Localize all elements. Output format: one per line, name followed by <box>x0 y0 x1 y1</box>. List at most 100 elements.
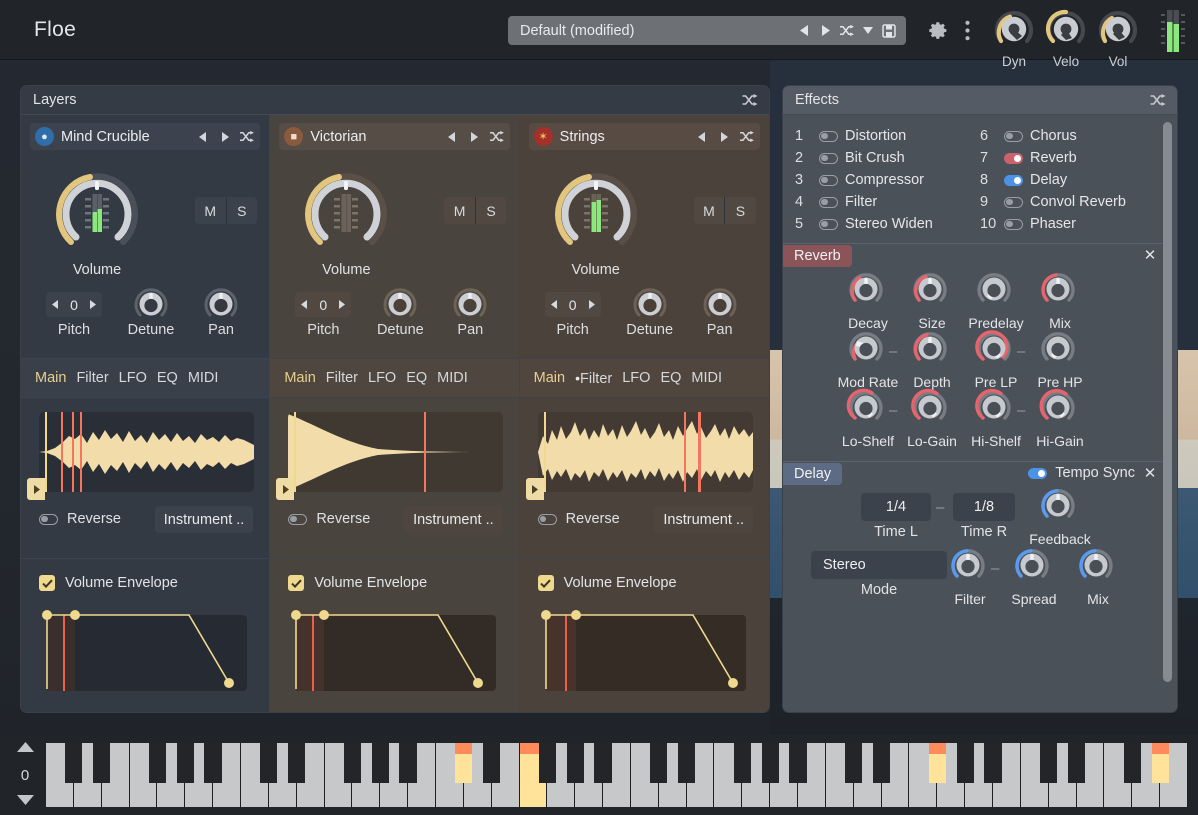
layer-3-loop-handle[interactable] <box>525 478 544 500</box>
delay-mode-value[interactable]: Stereo <box>811 551 947 579</box>
piano-black-key[interactable] <box>566 743 584 783</box>
effect-item-phaser[interactable]: 10 Phaser <box>980 213 1165 235</box>
layer-1-reverse-row[interactable]: Reverse <box>39 511 121 527</box>
layer-1-pitch-stepper[interactable]: 0 <box>46 292 102 317</box>
effect-item-compressor[interactable]: 3 Compressor <box>795 169 980 191</box>
preset-dropdown-icon[interactable] <box>859 20 876 42</box>
preset-next-button[interactable] <box>817 20 834 42</box>
layer-1-loop-handle[interactable] <box>27 478 45 500</box>
layer-3-tab-midi[interactable]: MIDI <box>691 370 732 386</box>
delay-time-l-value[interactable]: 1/4 <box>861 493 931 521</box>
piano-black-key[interactable] <box>371 743 389 783</box>
layer-3-mute-button[interactable]: M <box>693 197 725 224</box>
layer-2-tab-eq[interactable]: EQ <box>406 370 437 386</box>
piano-black-key[interactable] <box>538 743 556 783</box>
reverb-knob-depth[interactable]: Depth <box>895 328 969 390</box>
layer-2-reverse-row[interactable]: Reverse <box>288 511 370 527</box>
layer-2-tab-lfo[interactable]: LFO <box>368 370 406 386</box>
layer-3-instrument-button[interactable]: Instrument .. <box>654 506 753 533</box>
piano-black-key[interactable] <box>148 743 167 783</box>
effects-scrollbar-thumb[interactable] <box>1163 122 1172 682</box>
effect-item-reverb[interactable]: 7 Reverb <box>980 147 1165 169</box>
layer-3-reverse-toggle[interactable] <box>537 513 557 525</box>
layer-3-pitch-inc-icon[interactable] <box>588 300 595 309</box>
effect-toggle-bit-crush[interactable] <box>819 152 838 164</box>
effects-randomize-shuffle-icon[interactable] <box>1147 90 1167 110</box>
piano-black-key[interactable] <box>204 743 222 783</box>
layer-3-pitch-stepper[interactable]: 0 <box>544 292 601 317</box>
layer-2-waveform[interactable] <box>288 412 504 492</box>
layer-2-tab-main[interactable]: Main <box>284 370 325 386</box>
layer-3-tab-eq[interactable]: EQ <box>660 370 691 386</box>
piano-black-key[interactable] <box>650 743 668 783</box>
layer-2-pitch-inc-icon[interactable] <box>338 300 346 309</box>
piano-black-key[interactable] <box>65 743 83 783</box>
kebab-menu-icon[interactable] <box>958 19 976 42</box>
layer-2-next-icon[interactable] <box>467 127 482 147</box>
layer-3-pan-knob[interactable] <box>700 284 740 324</box>
layer-3-title-bar[interactable]: ✶ Strings <box>528 123 760 150</box>
piano-black-key[interactable] <box>260 743 278 783</box>
layer-1-next-icon[interactable] <box>217 127 232 147</box>
effect-toggle-convol-reverb[interactable] <box>1004 196 1023 208</box>
delay-time-r-value[interactable]: 1/8 <box>953 493 1015 521</box>
effect-toggle-filter[interactable] <box>819 196 838 208</box>
preset-prev-button[interactable] <box>796 20 813 42</box>
piano-black-key[interactable] <box>761 743 779 783</box>
layer-3-tab-main[interactable]: Main <box>534 370 575 386</box>
layer-1-solo-button[interactable]: S <box>225 197 257 224</box>
delay-knob-feedback[interactable]: Feedback <box>1023 485 1097 547</box>
piano-black-key[interactable] <box>984 743 1002 783</box>
layer-2-envelope-checkbox[interactable] <box>288 575 305 591</box>
layer-2-reverse-toggle[interactable] <box>288 513 308 525</box>
piano-black-key[interactable] <box>1040 743 1058 783</box>
reverb-close-icon[interactable]: ✕ <box>1141 246 1159 264</box>
reverb-knob-pre-hp[interactable]: Pre HP <box>1023 328 1097 390</box>
layer-3-tab-filter[interactable]: •Filter <box>575 370 622 387</box>
effect-toggle-compressor[interactable] <box>819 174 838 186</box>
layer-1-waveform[interactable] <box>39 412 254 492</box>
effects-scrollbar[interactable] <box>1163 122 1172 706</box>
piano-black-key[interactable] <box>1151 743 1169 783</box>
delay-knob-mix[interactable]: Mix <box>1061 545 1135 607</box>
piano-black-key[interactable] <box>594 743 612 783</box>
layers-randomize-shuffle-icon[interactable] <box>739 90 759 110</box>
layer-1-pitch-inc-icon[interactable] <box>89 300 96 309</box>
layer-1-shuffle-icon[interactable] <box>239 127 255 147</box>
preset-save-icon[interactable] <box>880 20 897 42</box>
octave-down-icon[interactable] <box>16 792 34 810</box>
piano-black-key[interactable] <box>677 743 696 783</box>
layer-1-envelope-graph[interactable] <box>39 607 254 691</box>
piano-black-key[interactable] <box>93 743 111 783</box>
delay-tempo-sync-row[interactable]: Tempo Sync <box>1028 465 1135 481</box>
layer-3-prev-icon[interactable] <box>695 127 710 147</box>
piano-black-key[interactable] <box>956 743 974 783</box>
layer-1-pitch-dec-icon[interactable] <box>52 300 59 309</box>
layer-1-title-bar[interactable]: ● Mind Crucible <box>30 123 261 150</box>
layer-3-pitch-dec-icon[interactable] <box>550 300 558 309</box>
reverb-knob-mix[interactable]: Mix <box>1023 269 1097 331</box>
effect-item-convol-reverb[interactable]: 9 Convol Reverb <box>980 191 1165 213</box>
header-knob-vol[interactable]: Vol <box>1092 8 1144 69</box>
layer-2-tab-filter[interactable]: Filter <box>326 370 368 386</box>
delay-close-icon[interactable]: ✕ <box>1141 464 1159 482</box>
layer-2-pitch-stepper[interactable]: 0 <box>295 292 352 317</box>
layer-2-solo-button[interactable]: S <box>474 197 507 224</box>
layer-3-envelope-graph[interactable] <box>538 607 753 691</box>
piano-black-key[interactable] <box>845 743 863 783</box>
piano-black-key[interactable] <box>928 743 946 783</box>
reverb-knob-size[interactable]: Size <box>895 269 969 331</box>
effect-toggle-delay[interactable] <box>1004 174 1023 186</box>
effect-item-chorus[interactable]: 6 Chorus <box>980 125 1165 147</box>
effect-item-delay[interactable]: 8 Delay <box>980 169 1165 191</box>
layer-2-mute-button[interactable]: M <box>444 197 475 224</box>
layer-2-loop-handle[interactable] <box>276 478 295 500</box>
header-knob-dyn[interactable]: Dyn <box>988 8 1040 69</box>
layer-1-mute-button[interactable]: M <box>195 197 226 224</box>
preset-selector[interactable]: Default (modified) <box>508 16 906 45</box>
reverb-knob-hi-gain[interactable]: Hi-Gain <box>1023 387 1097 449</box>
layer-1-volume-knob[interactable] <box>49 164 145 260</box>
layer-2-prev-icon[interactable] <box>445 127 460 147</box>
piano-black-key[interactable] <box>789 743 807 783</box>
layer-2-instrument-button[interactable]: Instrument .. <box>404 506 503 533</box>
